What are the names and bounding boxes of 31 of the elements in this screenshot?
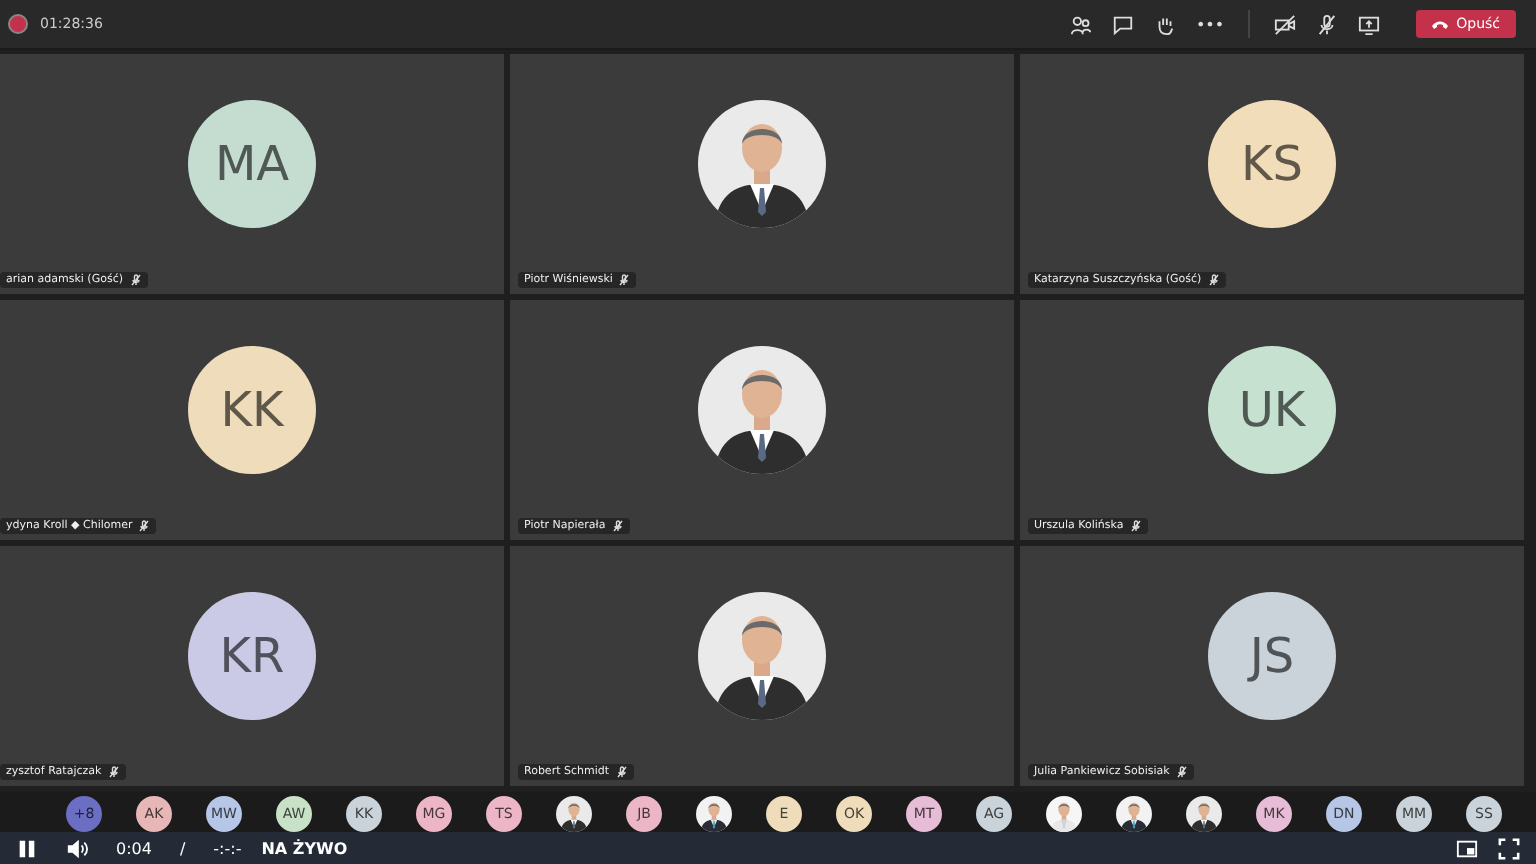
mic-off-icon <box>1175 766 1188 778</box>
mic-off-icon <box>138 520 151 532</box>
mic-off-icon <box>611 520 624 532</box>
people-icon[interactable] <box>1069 13 1092 35</box>
mic-off-icon <box>107 766 120 778</box>
mic-off-icon <box>615 766 628 778</box>
volume-icon[interactable] <box>66 837 88 859</box>
mic-off-icon[interactable] <box>1316 13 1339 35</box>
duration: -:-:- <box>213 839 242 857</box>
mic-off-icon <box>1207 274 1220 286</box>
chat-icon[interactable] <box>1111 13 1134 35</box>
camera-off-icon[interactable] <box>1274 13 1297 35</box>
phone-icon <box>1432 19 1449 29</box>
share-screen-icon[interactable] <box>1358 13 1381 35</box>
picture-in-picture-icon[interactable] <box>1456 837 1478 859</box>
mic-off-icon <box>129 274 141 286</box>
participant-avatar: KK <box>188 345 316 473</box>
participant-avatar: JS <box>1208 591 1336 719</box>
participant-avatar: UK <box>1208 345 1336 473</box>
more-button[interactable]: ••• <box>1195 15 1225 33</box>
participant-avatar: KS <box>1208 99 1336 227</box>
participant-avatar: MA <box>188 99 316 227</box>
mic-off-icon <box>1129 520 1142 532</box>
pause-button[interactable] <box>16 837 38 859</box>
fullscreen-icon[interactable] <box>1498 837 1520 859</box>
mic-off-icon <box>618 274 631 286</box>
live-label: NA ŻYWO <box>261 839 348 857</box>
hand-icon[interactable] <box>1153 13 1176 35</box>
participant-avatar: KR <box>188 591 316 719</box>
time-separator: / <box>179 839 186 857</box>
current-time: 0:04 <box>116 839 152 857</box>
